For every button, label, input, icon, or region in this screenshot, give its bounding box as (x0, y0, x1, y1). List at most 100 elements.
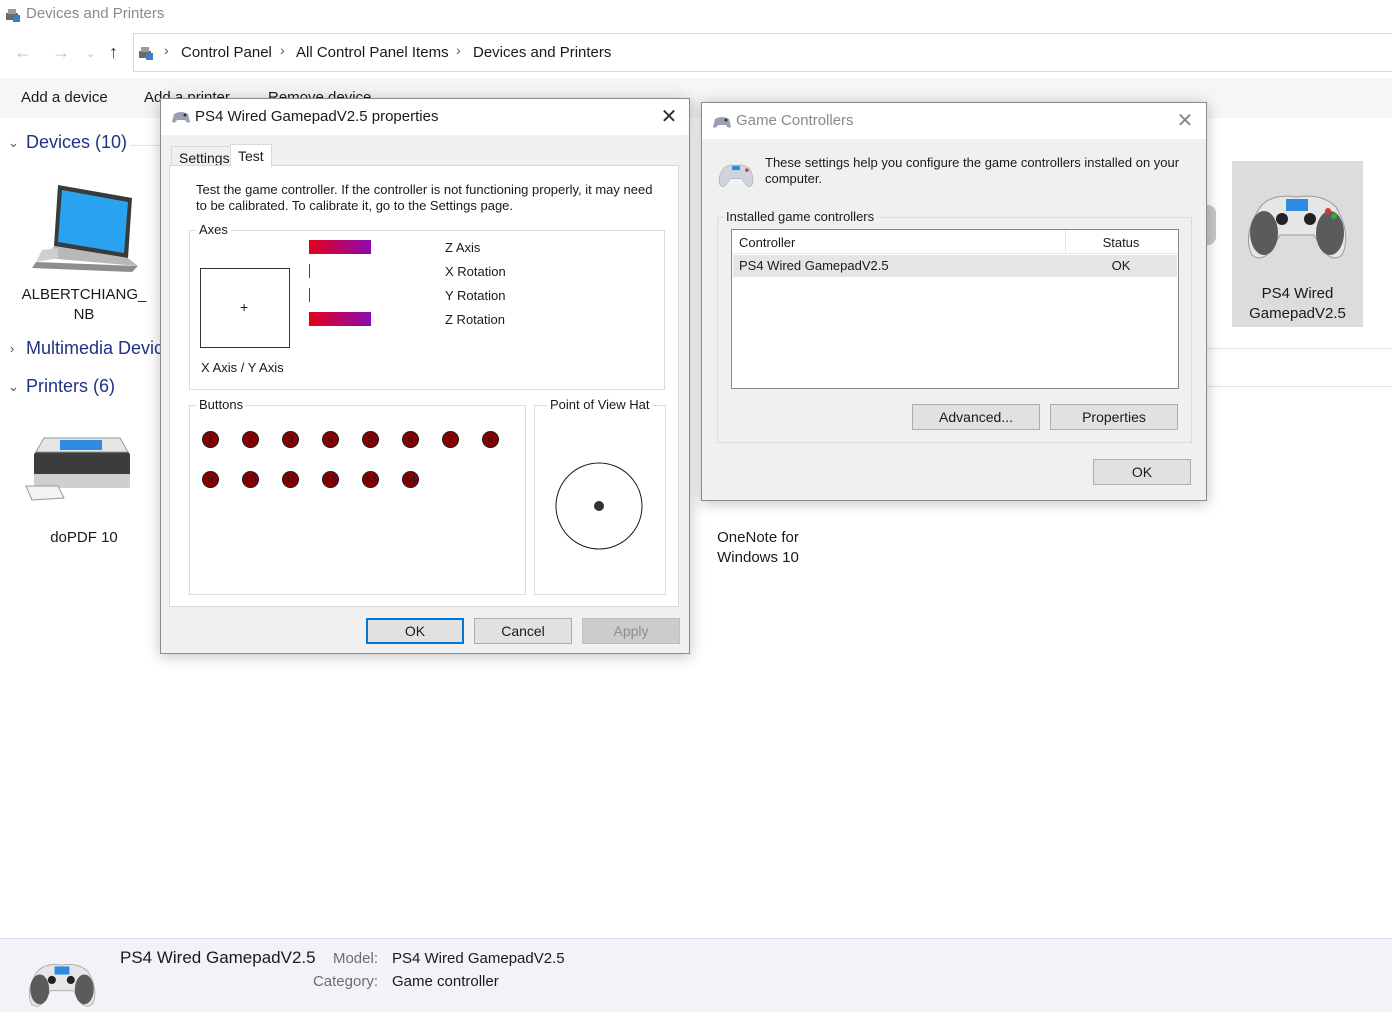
close-icon[interactable]: ✕ (655, 105, 683, 129)
pov-hat-group: Point of View Hat (534, 397, 666, 595)
address-bar[interactable]: › Control Panel › All Control Panel Item… (133, 33, 1392, 72)
group-multimedia[interactable]: Multimedia Devic (26, 338, 163, 359)
properties-dialog: PS4 Wired GamepadV2.5 properties ✕ Setti… (160, 98, 690, 654)
printer-onenote-label-line1[interactable]: OneNote for (700, 528, 816, 548)
group-divider (1206, 386, 1392, 387)
column-header-controller[interactable]: Controller (739, 235, 795, 250)
xy-axis-label: X Axis / Y Axis (201, 360, 284, 375)
button-indicator: 9 (202, 471, 219, 488)
details-device-name: PS4 Wired GamepadV2.5 (120, 948, 316, 967)
xy-axis-box: + (200, 268, 290, 348)
button-indicator: 12 (322, 471, 339, 488)
breadcrumb-all-items[interactable]: All Control Panel Items (296, 44, 449, 61)
column-header-status[interactable]: Status (1066, 235, 1176, 250)
z-rotation-label: Z Rotation (445, 312, 505, 327)
y-rotation-bar (309, 288, 310, 302)
game-controllers-dialog: Game Controllers ✕ These settings help y… (701, 102, 1207, 501)
row-status: OK (1111, 258, 1131, 273)
button-indicator: 14 (402, 471, 419, 488)
row-controller-name: PS4 Wired GamepadV2.5 (739, 258, 889, 273)
back-arrow-icon[interactable]: ← (14, 41, 32, 63)
buttons-group-title: Buttons (196, 397, 247, 412)
printer-onenote-label-line2[interactable]: Windows 10 (700, 548, 816, 568)
up-arrow-icon[interactable]: ↑ (109, 41, 118, 63)
pov-hat-indicator (554, 461, 644, 556)
x-rotation-label: X Rotation (445, 264, 506, 279)
button-indicator: 3 (282, 431, 299, 448)
printer-label: doPDF 10 (50, 529, 118, 546)
x-rotation-bar (309, 264, 310, 278)
details-pane: PS4 Wired GamepadV2.5 Model: PS4 Wired G… (0, 938, 1392, 1012)
close-icon[interactable]: ✕ (1171, 109, 1199, 133)
dialog-titlebar: Game Controllers ✕ (702, 103, 1206, 139)
dialog-title: Game Controllers (736, 112, 854, 129)
devices-printers-icon (4, 6, 22, 29)
gamepad-icon (1242, 185, 1352, 270)
button-indicator: 8 (482, 431, 499, 448)
button-indicator: 11 (282, 471, 299, 488)
z-axis-label: Z Axis (445, 240, 481, 255)
recent-dropdown-icon[interactable]: ⌄ (86, 43, 95, 65)
breadcrumb-devices-printers[interactable]: Devices and Printers (473, 44, 611, 61)
pov-hat-group-title: Point of View Hat (547, 397, 653, 412)
details-model-key: Model: (332, 950, 378, 967)
z-axis-bar (309, 240, 371, 254)
device-label-line1: ALBERTCHIANG_ (21, 286, 147, 303)
group-printers[interactable]: Printers (6) (26, 376, 115, 397)
game-controller-icon (716, 161, 756, 194)
installed-controllers-group: Installed game controllers Controller St… (717, 209, 1192, 443)
printer-icon (24, 434, 134, 509)
buttons-group: Buttons 1 2 3 4 5 6 7 8 9 10 11 12 13 14 (189, 397, 526, 595)
details-category-value: Game controller (392, 973, 499, 990)
collapse-chevron-icon[interactable]: ⌄ (8, 135, 19, 151)
laptop-icon (28, 180, 138, 280)
breadcrumb-separator-icon[interactable]: › (164, 42, 169, 58)
breadcrumb-separator-icon[interactable]: › (456, 42, 461, 58)
breadcrumb-separator-icon[interactable]: › (280, 42, 285, 58)
explorer-titlebar: Devices and Printers (0, 0, 1392, 30)
advanced-button[interactable]: Advanced... (912, 404, 1040, 430)
controllers-list[interactable]: Controller Status PS4 Wired GamepadV2.5 … (731, 229, 1179, 389)
button-indicator: 4 (322, 431, 339, 448)
collapse-chevron-icon[interactable]: ⌄ (8, 379, 19, 395)
ok-button[interactable]: OK (1093, 459, 1191, 485)
y-rotation-label: Y Rotation (445, 288, 506, 303)
tab-test[interactable]: Test (230, 144, 272, 167)
device-laptop[interactable]: ALBERTCHIANG_ NB (18, 175, 150, 325)
forward-arrow-icon[interactable]: → (52, 41, 70, 63)
address-row: ← → ⌄ ↑ › Control Panel › All Control Pa… (0, 33, 1392, 73)
window-title: Devices and Printers (26, 5, 165, 22)
gamepad-icon (24, 957, 100, 1016)
gamepad-small-icon (712, 115, 732, 134)
test-tab-panel: Test the game controller. If the control… (169, 165, 679, 607)
apply-button[interactable]: Apply (582, 618, 680, 644)
button-indicator: 6 (402, 431, 419, 448)
device-gamepad-tile[interactable]: PS4 Wired GamepadV2.5 (1232, 161, 1363, 327)
printer-dopdf[interactable]: doPDF 10 (18, 430, 150, 555)
cancel-button[interactable]: Cancel (474, 618, 572, 644)
expand-chevron-icon[interactable]: › (10, 341, 14, 356)
list-header: Controller Status (732, 230, 1178, 254)
installed-controllers-title: Installed game controllers (723, 209, 878, 224)
properties-button[interactable]: Properties (1050, 404, 1178, 430)
ok-button[interactable]: OK (366, 618, 464, 644)
button-indicator: 10 (242, 471, 259, 488)
button-indicator: 1 (202, 431, 219, 448)
gamepad-small-icon (171, 110, 191, 129)
add-device-button[interactable]: Add a device (21, 89, 108, 106)
device-label-line1: PS4 Wired (1261, 285, 1334, 302)
details-category-key: Category: (312, 973, 378, 990)
button-indicator: 7 (442, 431, 459, 448)
group-divider (1206, 348, 1392, 349)
details-model-value: PS4 Wired GamepadV2.5 (392, 950, 565, 967)
group-devices[interactable]: Devices (10) (26, 132, 127, 153)
device-label-line2: GamepadV2.5 (1249, 305, 1346, 322)
dialog-title: PS4 Wired GamepadV2.5 properties (195, 108, 439, 125)
axes-group-title: Axes (196, 222, 231, 237)
dialog-titlebar: PS4 Wired GamepadV2.5 properties ✕ (161, 99, 689, 135)
partial-device-icon (1206, 205, 1216, 245)
table-row[interactable]: PS4 Wired GamepadV2.5 OK (733, 255, 1177, 277)
button-indicator: 13 (362, 471, 379, 488)
test-description-line1: Test the game controller. If the control… (196, 182, 653, 197)
breadcrumb-control-panel[interactable]: Control Panel (181, 44, 272, 61)
